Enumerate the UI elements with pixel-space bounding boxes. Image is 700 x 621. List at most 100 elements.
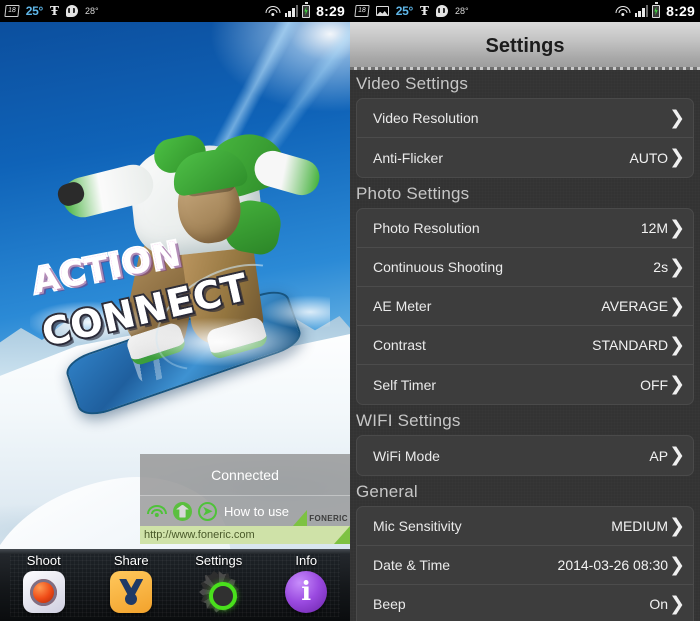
settings-row[interactable]: Photo Resolution 12M ❯: [357, 209, 693, 248]
settings-section-header: Video Settings: [356, 74, 469, 93]
settings-row[interactable]: Contrast STANDARD ❯: [357, 326, 693, 365]
toolbar-label-shoot: Shoot: [26, 553, 61, 568]
calendar-icon: 18: [354, 5, 370, 17]
settings-group: Video Resolution ❯ Anti-Flicker AUTO ❯: [356, 98, 694, 178]
chevron-right-icon: ❯: [669, 592, 685, 615]
settings-row-value: 2s: [653, 259, 669, 275]
settings-row-label: Beep: [373, 596, 406, 612]
toolbar-button-info[interactable]: Info i: [263, 553, 351, 613]
settings-row[interactable]: Self Timer OFF ❯: [357, 365, 693, 404]
settings-row[interactable]: WiFi Mode AP ❯: [357, 436, 693, 475]
chevron-right-icon: ❯: [669, 553, 685, 576]
settings-header: Settings: [350, 22, 700, 70]
chevron-right-icon: ❯: [669, 216, 685, 239]
connection-actions: ➤ How to use FONERIC: [140, 496, 350, 526]
status-bar-left: 18 25° Ŧ 28° 8:29: [0, 0, 350, 22]
left-phone-screen: 18 25° Ŧ 28° 8:29 ACTION ACTION CONNECT …: [0, 0, 350, 621]
hangouts-icon: [435, 5, 448, 17]
connection-card: Connected ➤ How to use FONERIC http://ww…: [140, 454, 350, 544]
bottom-toolbar: Shoot Share Settings Info i: [0, 549, 350, 621]
settings-row[interactable]: Beep On ❯: [357, 585, 693, 621]
status-bar-right: 18 25° Ŧ 28° 8:29: [350, 0, 700, 22]
temperature-primary: 25°: [395, 4, 414, 18]
chevron-right-icon: ❯: [669, 373, 685, 395]
battery-charging-icon: [652, 2, 661, 18]
wifi-icon: [265, 5, 281, 17]
settings-group: Mic Sensitivity MEDIUM ❯ Date & Time 2014-03…: [356, 506, 694, 621]
settings-row[interactable]: Anti-Flicker AUTO ❯: [357, 138, 693, 177]
status-bar-left-icons: 18 25° Ŧ 28°: [4, 4, 265, 18]
nyt-icon: Ŧ: [50, 4, 59, 18]
share-icon: [110, 571, 153, 613]
signal-icon: [634, 5, 649, 17]
settings-section-header: WIFI Settings: [356, 411, 461, 430]
settings-row[interactable]: AE Meter AVERAGE ❯: [357, 287, 693, 326]
settings-row-label: Contrast: [373, 337, 426, 353]
settings-row-label: Self Timer: [373, 376, 437, 393]
chevron-right-icon: ❯: [669, 255, 685, 278]
settings-row-value: AVERAGE: [601, 298, 669, 314]
settings-row[interactable]: Continuous Shooting 2s ❯: [357, 248, 693, 287]
toolbar-button-shoot[interactable]: Shoot: [0, 553, 88, 613]
status-bar-right-left-icons: 18 25° Ŧ 28°: [354, 4, 615, 18]
dual-screenshot: 18 25° Ŧ 28° 8:29 ACTION ACTION CONNECT …: [0, 0, 700, 621]
right-phone-screen: 18 25° Ŧ 28° 8:29 Settings Video Setting…: [350, 0, 700, 621]
sync-icon[interactable]: [173, 501, 192, 521]
settings-row-label: WiFi Mode: [373, 447, 440, 464]
settings-row-value: 2014-03-26 08:30: [557, 557, 669, 573]
foneric-logo: FONERIC: [293, 510, 348, 526]
toolbar-button-settings[interactable]: Settings: [175, 553, 263, 613]
chevron-right-icon: ❯: [669, 514, 685, 537]
chevron-right-icon: ❯: [669, 294, 685, 317]
battery-charging-icon: [302, 2, 311, 18]
calendar-icon: 18: [4, 5, 20, 17]
clock-time: 8:29: [666, 3, 695, 19]
clock-time: 8:29: [316, 3, 345, 19]
hangouts-icon: [65, 5, 78, 17]
settings-row[interactable]: Mic Sensitivity MEDIUM ❯: [357, 507, 693, 546]
settings-row-value: AUTO: [629, 149, 669, 166]
foneric-wordmark: FONERIC: [309, 513, 348, 523]
settings-row-label: Photo Resolution: [373, 220, 480, 236]
settings-section-header: General: [356, 482, 418, 501]
settings-row-value: AP: [649, 447, 669, 464]
status-bar-right-right-icons: 8:29: [615, 2, 695, 19]
chevron-right-icon: ❯: [669, 106, 685, 129]
nyt-icon: Ŧ: [420, 4, 429, 18]
toolbar-label-share: Share: [113, 553, 149, 568]
settings-row-value: OFF: [640, 376, 669, 393]
page-title: Settings: [485, 34, 565, 57]
settings-row-label: AE Meter: [373, 298, 432, 314]
signal-icon: [284, 5, 299, 17]
settings-row-value: 12M: [640, 220, 669, 236]
temperature-primary: 25°: [25, 4, 44, 18]
toolbar-button-share[interactable]: Share: [88, 553, 176, 613]
settings-row[interactable]: Video Resolution ❯: [357, 99, 693, 138]
temperature-secondary: 28°: [454, 6, 469, 16]
gear-icon: [198, 571, 240, 613]
settings-group: Photo Resolution 12M ❯ Continuous Shooting 2…: [356, 208, 694, 405]
status-bar-right-icons: 8:29: [265, 2, 345, 19]
connection-status: Connected: [140, 454, 350, 496]
settings-group: WiFi Mode AP ❯: [356, 435, 694, 476]
settings-row-value: On: [649, 596, 669, 612]
wifi-status-icon: [146, 504, 167, 519]
settings-list[interactable]: Video Settings Video Resolution ❯ Anti-Flic…: [350, 70, 700, 621]
temperature-secondary: 28°: [84, 6, 99, 16]
settings-row-value: MEDIUM: [611, 518, 669, 534]
foneric-url[interactable]: http://www.foneric.com: [140, 526, 350, 544]
screenshot-icon: [375, 6, 389, 16]
chevron-right-icon: ❯: [669, 333, 685, 356]
toolbar-label-settings: Settings: [195, 553, 243, 568]
chevron-right-icon: ❯: [669, 444, 685, 466]
how-to-use-link[interactable]: How to use: [224, 504, 289, 519]
settings-row-value: STANDARD: [592, 337, 669, 353]
toolbar-label-info: Info: [295, 553, 318, 568]
settings-row[interactable]: Date & Time 2014-03-26 08:30 ❯: [357, 546, 693, 585]
info-icon: i: [285, 571, 328, 613]
foneric-triangle-icon: [293, 510, 308, 526]
action-connect-logo: ACTION CONNECT: [14, 232, 255, 357]
arrow-right-icon[interactable]: ➤: [198, 501, 217, 521]
rider-arm-right: [250, 146, 324, 200]
settings-row-label: Anti-Flicker: [373, 149, 444, 166]
